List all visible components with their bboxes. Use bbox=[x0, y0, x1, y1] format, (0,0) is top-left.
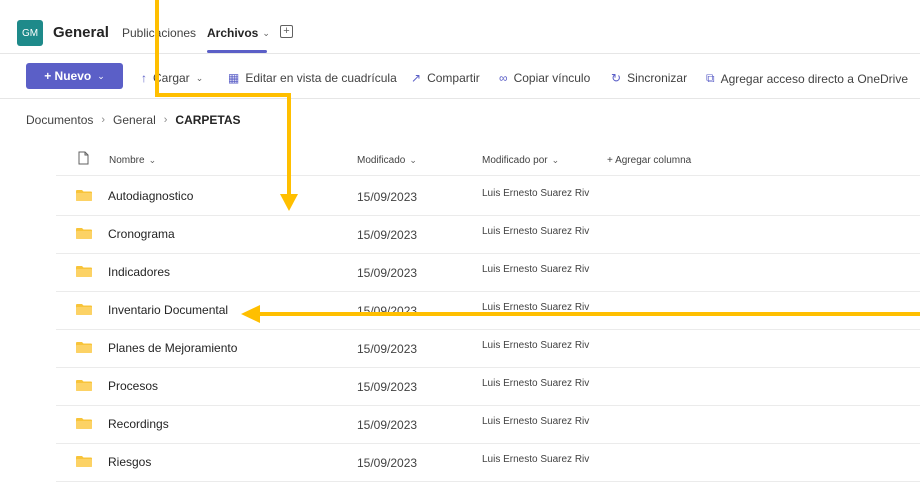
sync-label: Sincronizar bbox=[627, 71, 688, 85]
folder-name[interactable]: Recordings bbox=[108, 417, 169, 431]
folder-name[interactable]: Cronograma bbox=[108, 227, 175, 241]
chevron-down-icon: ⌄ bbox=[551, 155, 560, 165]
file-type-icon bbox=[78, 151, 89, 165]
table-row[interactable]: Procesos 15/09/2023 Luis Ernesto Suarez … bbox=[56, 367, 920, 406]
folder-icon bbox=[76, 380, 92, 391]
folder-icon bbox=[76, 456, 92, 467]
channel-header: GM General Publicaciones Archivos ⌄ + bbox=[0, 0, 920, 54]
command-bar: + Nuevo ⌄ ↑ Cargar ⌄ ▦ Editar en vista d… bbox=[0, 54, 920, 99]
share-icon: ↗ bbox=[411, 71, 422, 85]
table-row[interactable]: Inventario Documental 15/09/2023 Luis Er… bbox=[56, 291, 920, 330]
chevron-down-icon: ⌄ bbox=[97, 70, 105, 81]
tab-archivos[interactable]: Archivos ⌄ bbox=[207, 26, 270, 40]
chevron-right-icon: › bbox=[101, 114, 106, 126]
folder-name[interactable]: Autodiagnostico bbox=[108, 189, 193, 203]
folder-icon bbox=[76, 266, 92, 277]
breadcrumb-general[interactable]: General bbox=[113, 113, 156, 127]
folder-name[interactable]: Planes de Mejoramiento bbox=[108, 341, 237, 355]
folder-icon bbox=[76, 190, 92, 201]
modified-by: Luis Ernesto Suarez Riv bbox=[482, 378, 590, 389]
modified-date: 15/09/2023 bbox=[357, 456, 418, 470]
header-divider bbox=[56, 175, 920, 176]
sync-icon: ↻ bbox=[611, 71, 622, 85]
modified-date: 15/09/2023 bbox=[357, 266, 418, 280]
copy-link-label: Copiar vínculo bbox=[513, 71, 591, 85]
add-column-label: + Agregar columna bbox=[607, 155, 692, 166]
table-row[interactable]: Autodiagnostico 15/09/2023 Luis Ernesto … bbox=[56, 177, 920, 216]
upload-icon: ↑ bbox=[141, 71, 147, 85]
add-column-button[interactable]: + Agregar columna bbox=[607, 155, 691, 166]
folder-icon bbox=[76, 304, 92, 315]
folder-name[interactable]: Inventario Documental bbox=[108, 303, 228, 317]
column-header-name-label: Nombre bbox=[109, 155, 145, 166]
modified-by: Luis Ernesto Suarez Riv bbox=[482, 302, 590, 313]
breadcrumb-current: CARPETAS bbox=[175, 113, 241, 127]
onedrive-shortcut-label: Agregar acceso directo a OneDrive bbox=[720, 71, 909, 86]
modified-date: 15/09/2023 bbox=[357, 228, 418, 242]
table-row[interactable]: Indicadores 15/09/2023 Luis Ernesto Suar… bbox=[56, 253, 920, 292]
modified-by: Luis Ernesto Suarez Riv bbox=[482, 454, 590, 465]
modified-by: Luis Ernesto Suarez Riv bbox=[482, 188, 590, 199]
team-avatar[interactable]: GM bbox=[17, 20, 43, 46]
table-row[interactable]: Planes de Mejoramiento 15/09/2023 Luis E… bbox=[56, 329, 920, 368]
folder-name[interactable]: Riesgos bbox=[108, 455, 151, 469]
chevron-down-icon: ⌄ bbox=[148, 155, 157, 165]
modified-by: Luis Ernesto Suarez Riv bbox=[482, 340, 590, 351]
channel-title: General bbox=[53, 24, 109, 41]
modified-by: Luis Ernesto Suarez Riv bbox=[482, 416, 590, 427]
add-tab-icon[interactable]: + bbox=[280, 25, 293, 38]
modified-date: 15/09/2023 bbox=[357, 380, 418, 394]
grid-icon: ▦ bbox=[228, 71, 240, 85]
modified-date: 15/09/2023 bbox=[357, 304, 418, 318]
grid-edit-label: Editar en vista de cuadrícula bbox=[245, 71, 397, 85]
table-row[interactable]: Cronograma 15/09/2023 Luis Ernesto Suare… bbox=[56, 215, 920, 254]
column-header-modified-by[interactable]: Modificado por ⌄ bbox=[482, 155, 559, 166]
sync-button[interactable]: ↻ Sincronizar bbox=[611, 71, 687, 85]
new-button-label: + Nuevo bbox=[44, 69, 92, 83]
column-header-modified-by-label: Modificado por bbox=[482, 155, 548, 166]
modified-by: Luis Ernesto Suarez Riv bbox=[482, 264, 590, 275]
folder-name[interactable]: Procesos bbox=[108, 379, 158, 393]
shortcut-icon: ⧉ bbox=[706, 71, 715, 85]
chevron-down-icon: ⌄ bbox=[409, 155, 417, 165]
modified-date: 15/09/2023 bbox=[357, 418, 418, 432]
breadcrumb-documentos[interactable]: Documentos bbox=[26, 113, 93, 127]
table-row[interactable]: Recordings 15/09/2023 Luis Ernesto Suare… bbox=[56, 405, 920, 444]
upload-label: Cargar bbox=[153, 71, 190, 85]
modified-by: Luis Ernesto Suarez Riv bbox=[482, 226, 590, 237]
tab-publicaciones[interactable]: Publicaciones bbox=[122, 26, 196, 40]
chevron-down-icon: ⌄ bbox=[195, 72, 204, 83]
folder-icon bbox=[76, 228, 92, 239]
link-icon: ∞ bbox=[499, 71, 508, 85]
folder-icon bbox=[76, 418, 92, 429]
modified-date: 15/09/2023 bbox=[357, 190, 418, 204]
column-header-name[interactable]: Nombre ⌄ bbox=[109, 155, 156, 166]
table-row[interactable]: Riesgos 15/09/2023 Luis Ernesto Suarez R… bbox=[56, 443, 920, 482]
onedrive-shortcut-button[interactable]: ⧉ Agregar acceso directo a OneDrive bbox=[706, 71, 908, 86]
share-label: Compartir bbox=[427, 71, 480, 85]
active-tab-indicator bbox=[207, 50, 267, 53]
modified-date: 15/09/2023 bbox=[357, 342, 418, 356]
upload-button[interactable]: ↑ Cargar ⌄ bbox=[141, 71, 203, 85]
breadcrumb: Documentos › General › CARPETAS bbox=[26, 113, 241, 127]
folder-icon bbox=[76, 342, 92, 353]
share-button[interactable]: ↗ Compartir bbox=[411, 71, 480, 85]
tab-archivos-label: Archivos bbox=[207, 26, 259, 40]
column-header-modified[interactable]: Modificado ⌄ bbox=[357, 155, 417, 166]
grid-edit-button[interactable]: ▦ Editar en vista de cuadrícula bbox=[228, 71, 397, 85]
new-button[interactable]: + Nuevo ⌄ bbox=[26, 63, 123, 89]
copy-link-button[interactable]: ∞ Copiar vínculo bbox=[499, 71, 590, 85]
folder-name[interactable]: Indicadores bbox=[108, 265, 170, 279]
chevron-down-icon: ⌄ bbox=[262, 27, 270, 38]
chevron-right-icon: › bbox=[163, 114, 168, 126]
column-header-modified-label: Modificado bbox=[357, 155, 406, 166]
